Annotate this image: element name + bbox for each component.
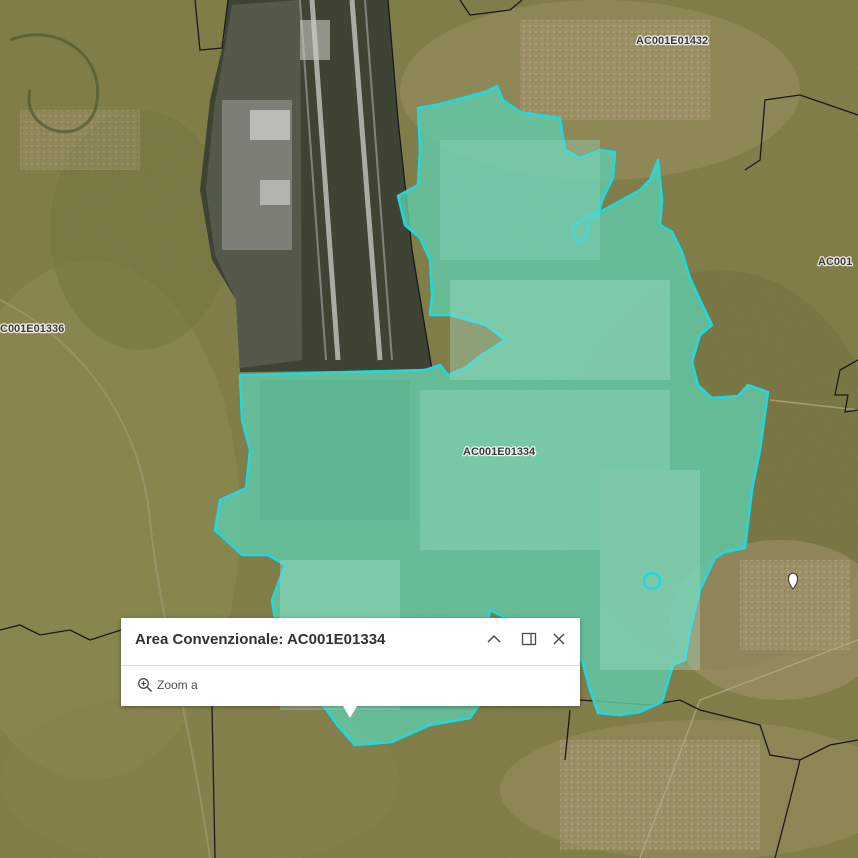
- area-label-ac001e01336: C001E01336: [0, 323, 64, 335]
- popup-actions: Zoom a: [121, 666, 580, 706]
- close-icon: [553, 633, 565, 645]
- map-view[interactable]: AC001E01432 C001E01336 AC001E01334 AC001…: [0, 0, 858, 858]
- dock-button[interactable]: [518, 628, 540, 650]
- close-button[interactable]: [548, 628, 570, 650]
- area-label-ac001-right: AC001: [818, 256, 852, 268]
- zoom-to-button[interactable]: Zoom a: [137, 677, 198, 693]
- zoom-to-label: Zoom a: [157, 678, 198, 692]
- chevron-up-icon: [487, 634, 501, 643]
- popup-pointer: [343, 706, 357, 718]
- popup-header: Area Convenzionale: AC001E01334: [121, 618, 580, 666]
- area-label-ac001e01432: AC001E01432: [636, 35, 708, 47]
- area-label-ac001e01334: AC001E01334: [463, 446, 536, 458]
- dock-icon: [521, 632, 537, 646]
- zoom-in-icon: [138, 678, 153, 693]
- collapse-button[interactable]: [483, 628, 505, 650]
- popup-title: Area Convenzionale: AC001E01334: [135, 631, 386, 648]
- map-canvas[interactable]: AC001E01432 C001E01336 AC001E01334 AC001: [0, 0, 858, 858]
- feature-popup: Area Convenzionale: AC001E01334 Zoom a: [121, 618, 580, 718]
